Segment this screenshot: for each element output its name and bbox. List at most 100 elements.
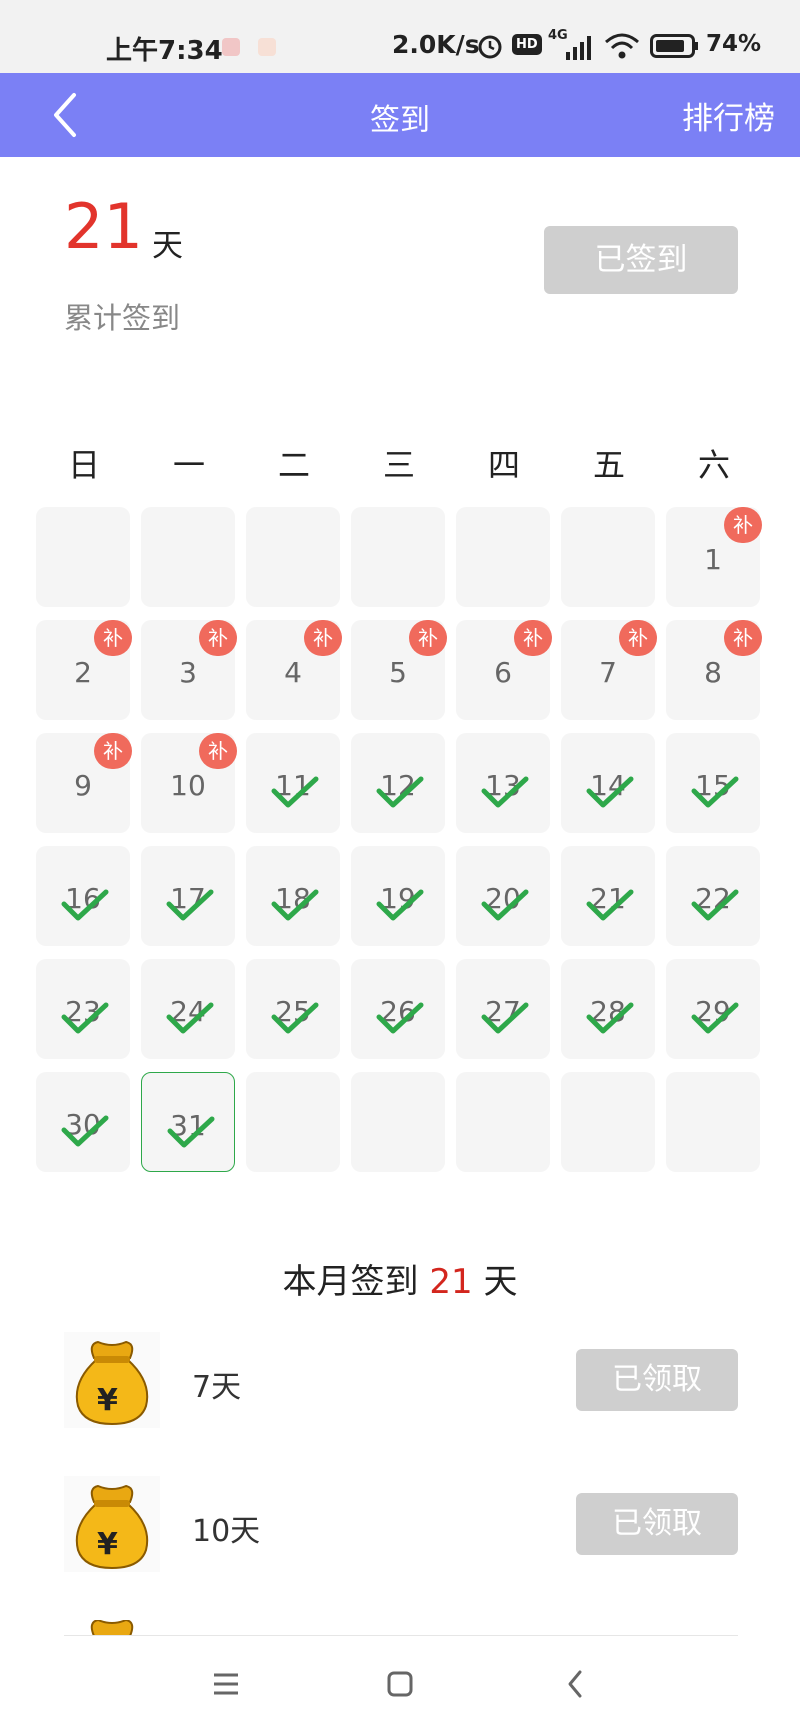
svg-text:¥: ¥	[97, 1527, 118, 1562]
month-summary-suffix: 天	[483, 1262, 518, 1302]
calendar-day[interactable]: 14	[561, 733, 655, 833]
checkmark-icon	[691, 776, 739, 808]
calendar-empty-cell	[141, 507, 235, 607]
checkmark-icon	[481, 776, 529, 808]
calendar-day[interactable]: 12	[351, 733, 445, 833]
home-square-icon[interactable]	[376, 1660, 424, 1708]
calendar-empty-cell	[246, 1072, 340, 1172]
makeup-badge[interactable]: 补	[199, 733, 237, 769]
calendar-day-number: 1	[704, 543, 722, 576]
calendar-day[interactable]: 5补	[351, 620, 447, 720]
reward-label: 10天	[192, 1514, 261, 1549]
calendar-day[interactable]: 27	[456, 959, 550, 1059]
net-speed: 2.0K/s	[392, 30, 480, 59]
calendar-day-number: 8	[704, 656, 722, 689]
weekday-label: 六	[697, 446, 730, 484]
calendar-day[interactable]: 26	[351, 959, 445, 1059]
status-time: 上午7:34	[106, 36, 223, 66]
calendar-day[interactable]: 29	[666, 959, 760, 1059]
checkmark-icon	[167, 1116, 215, 1148]
leaderboard-link[interactable]: 排行榜	[682, 93, 775, 138]
weekday-label: 一	[172, 446, 205, 484]
checkmark-icon	[691, 889, 739, 921]
calendar-day[interactable]: 4补	[246, 620, 342, 720]
calendar-day-number: 7	[599, 656, 617, 689]
makeup-badge[interactable]: 补	[199, 620, 237, 656]
system-nav-bar	[0, 1636, 800, 1733]
calendar-day[interactable]: 10 补	[141, 733, 237, 833]
month-signin-summary: 本月签到 21 天	[0, 1254, 800, 1303]
calendar-day[interactable]: 8补	[666, 620, 762, 720]
signal-icon	[566, 36, 591, 60]
makeup-badge[interactable]: 补	[724, 620, 762, 656]
total-signin-days: 21	[64, 190, 143, 263]
calendar-empty-cell	[456, 1072, 550, 1172]
checkmark-icon	[271, 1002, 319, 1034]
checkmark-icon	[481, 1002, 529, 1034]
claimed-button[interactable]: 已领取	[576, 1493, 738, 1555]
checkmark-icon	[586, 1002, 634, 1034]
checkmark-icon	[481, 889, 529, 921]
claimed-button[interactable]: 已领取	[576, 1349, 738, 1411]
makeup-badge[interactable]: 补	[409, 620, 447, 656]
back-triangle-icon[interactable]	[552, 1660, 600, 1708]
calendar-day[interactable]: 6补	[456, 620, 552, 720]
makeup-badge[interactable]: 补	[724, 507, 762, 543]
makeup-badge[interactable]: 补	[94, 620, 132, 656]
calendar-day-number: 9	[74, 769, 92, 802]
calendar-empty-cell	[561, 507, 655, 607]
battery-percent: 74%	[706, 31, 762, 57]
notification-icon	[222, 38, 240, 56]
calendar-day[interactable]: 24	[141, 959, 235, 1059]
notification-icon	[258, 38, 276, 56]
checkmark-icon	[376, 776, 424, 808]
calendar-day[interactable]: 15	[666, 733, 760, 833]
makeup-badge[interactable]: 补	[94, 733, 132, 769]
menu-icon[interactable]	[202, 1660, 250, 1708]
calendar-empty-cell	[456, 507, 550, 607]
signed-button[interactable]: 已签到	[544, 226, 738, 294]
alarm-icon	[478, 35, 502, 59]
calendar-day[interactable]: 30	[36, 1072, 130, 1172]
checkmark-icon	[586, 776, 634, 808]
checkmark-icon	[61, 1002, 109, 1034]
total-signin-label: 累计签到	[64, 301, 181, 335]
calendar-day[interactable]: 11	[246, 733, 340, 833]
money-bag-icon	[90, 1620, 134, 1636]
calendar-day[interactable]: 22	[666, 846, 760, 946]
makeup-badge[interactable]: 补	[619, 620, 657, 656]
makeup-badge[interactable]: 补	[304, 620, 342, 656]
money-bag-icon: ¥	[64, 1476, 160, 1572]
calendar-day[interactable]: 17	[141, 846, 235, 946]
reward-item: ¥ 7天 已领取	[64, 1332, 738, 1432]
weekday-label: 五	[592, 446, 625, 484]
calendar-day[interactable]: 16	[36, 846, 130, 946]
calendar-day[interactable]: 13	[456, 733, 550, 833]
calendar-day[interactable]: 31	[141, 1072, 235, 1172]
calendar-day-number: 3	[179, 656, 197, 689]
calendar-day[interactable]: 25	[246, 959, 340, 1059]
calendar-day[interactable]: 18	[246, 846, 340, 946]
calendar-day[interactable]: 1补	[666, 507, 762, 607]
calendar-day[interactable]: 3补	[141, 620, 237, 720]
calendar-day[interactable]: 21	[561, 846, 655, 946]
calendar-day[interactable]: 2补	[36, 620, 132, 720]
weekday-label: 四	[487, 446, 520, 484]
calendar-day[interactable]: 20	[456, 846, 550, 946]
calendar-day[interactable]: 28	[561, 959, 655, 1059]
money-bag-icon: ¥	[64, 1332, 160, 1428]
calendar-day-number: 5	[389, 656, 407, 689]
reward-label: 7天	[192, 1370, 242, 1405]
checkmark-icon	[166, 1002, 214, 1034]
calendar-day[interactable]: 23	[36, 959, 130, 1059]
checkmark-icon	[271, 776, 319, 808]
calendar-day[interactable]: 7补	[561, 620, 657, 720]
calendar-day[interactable]: 19	[351, 846, 445, 946]
calendar-day[interactable]: 9补	[36, 733, 132, 833]
checkmark-icon	[61, 889, 109, 921]
calendar-day-number: 2	[74, 656, 92, 689]
status-bar: 上午7:34 2.0K/s HD 4G 74%	[0, 0, 800, 73]
makeup-badge[interactable]: 补	[514, 620, 552, 656]
calendar-empty-cell	[351, 1072, 445, 1172]
checkmark-icon	[376, 889, 424, 921]
